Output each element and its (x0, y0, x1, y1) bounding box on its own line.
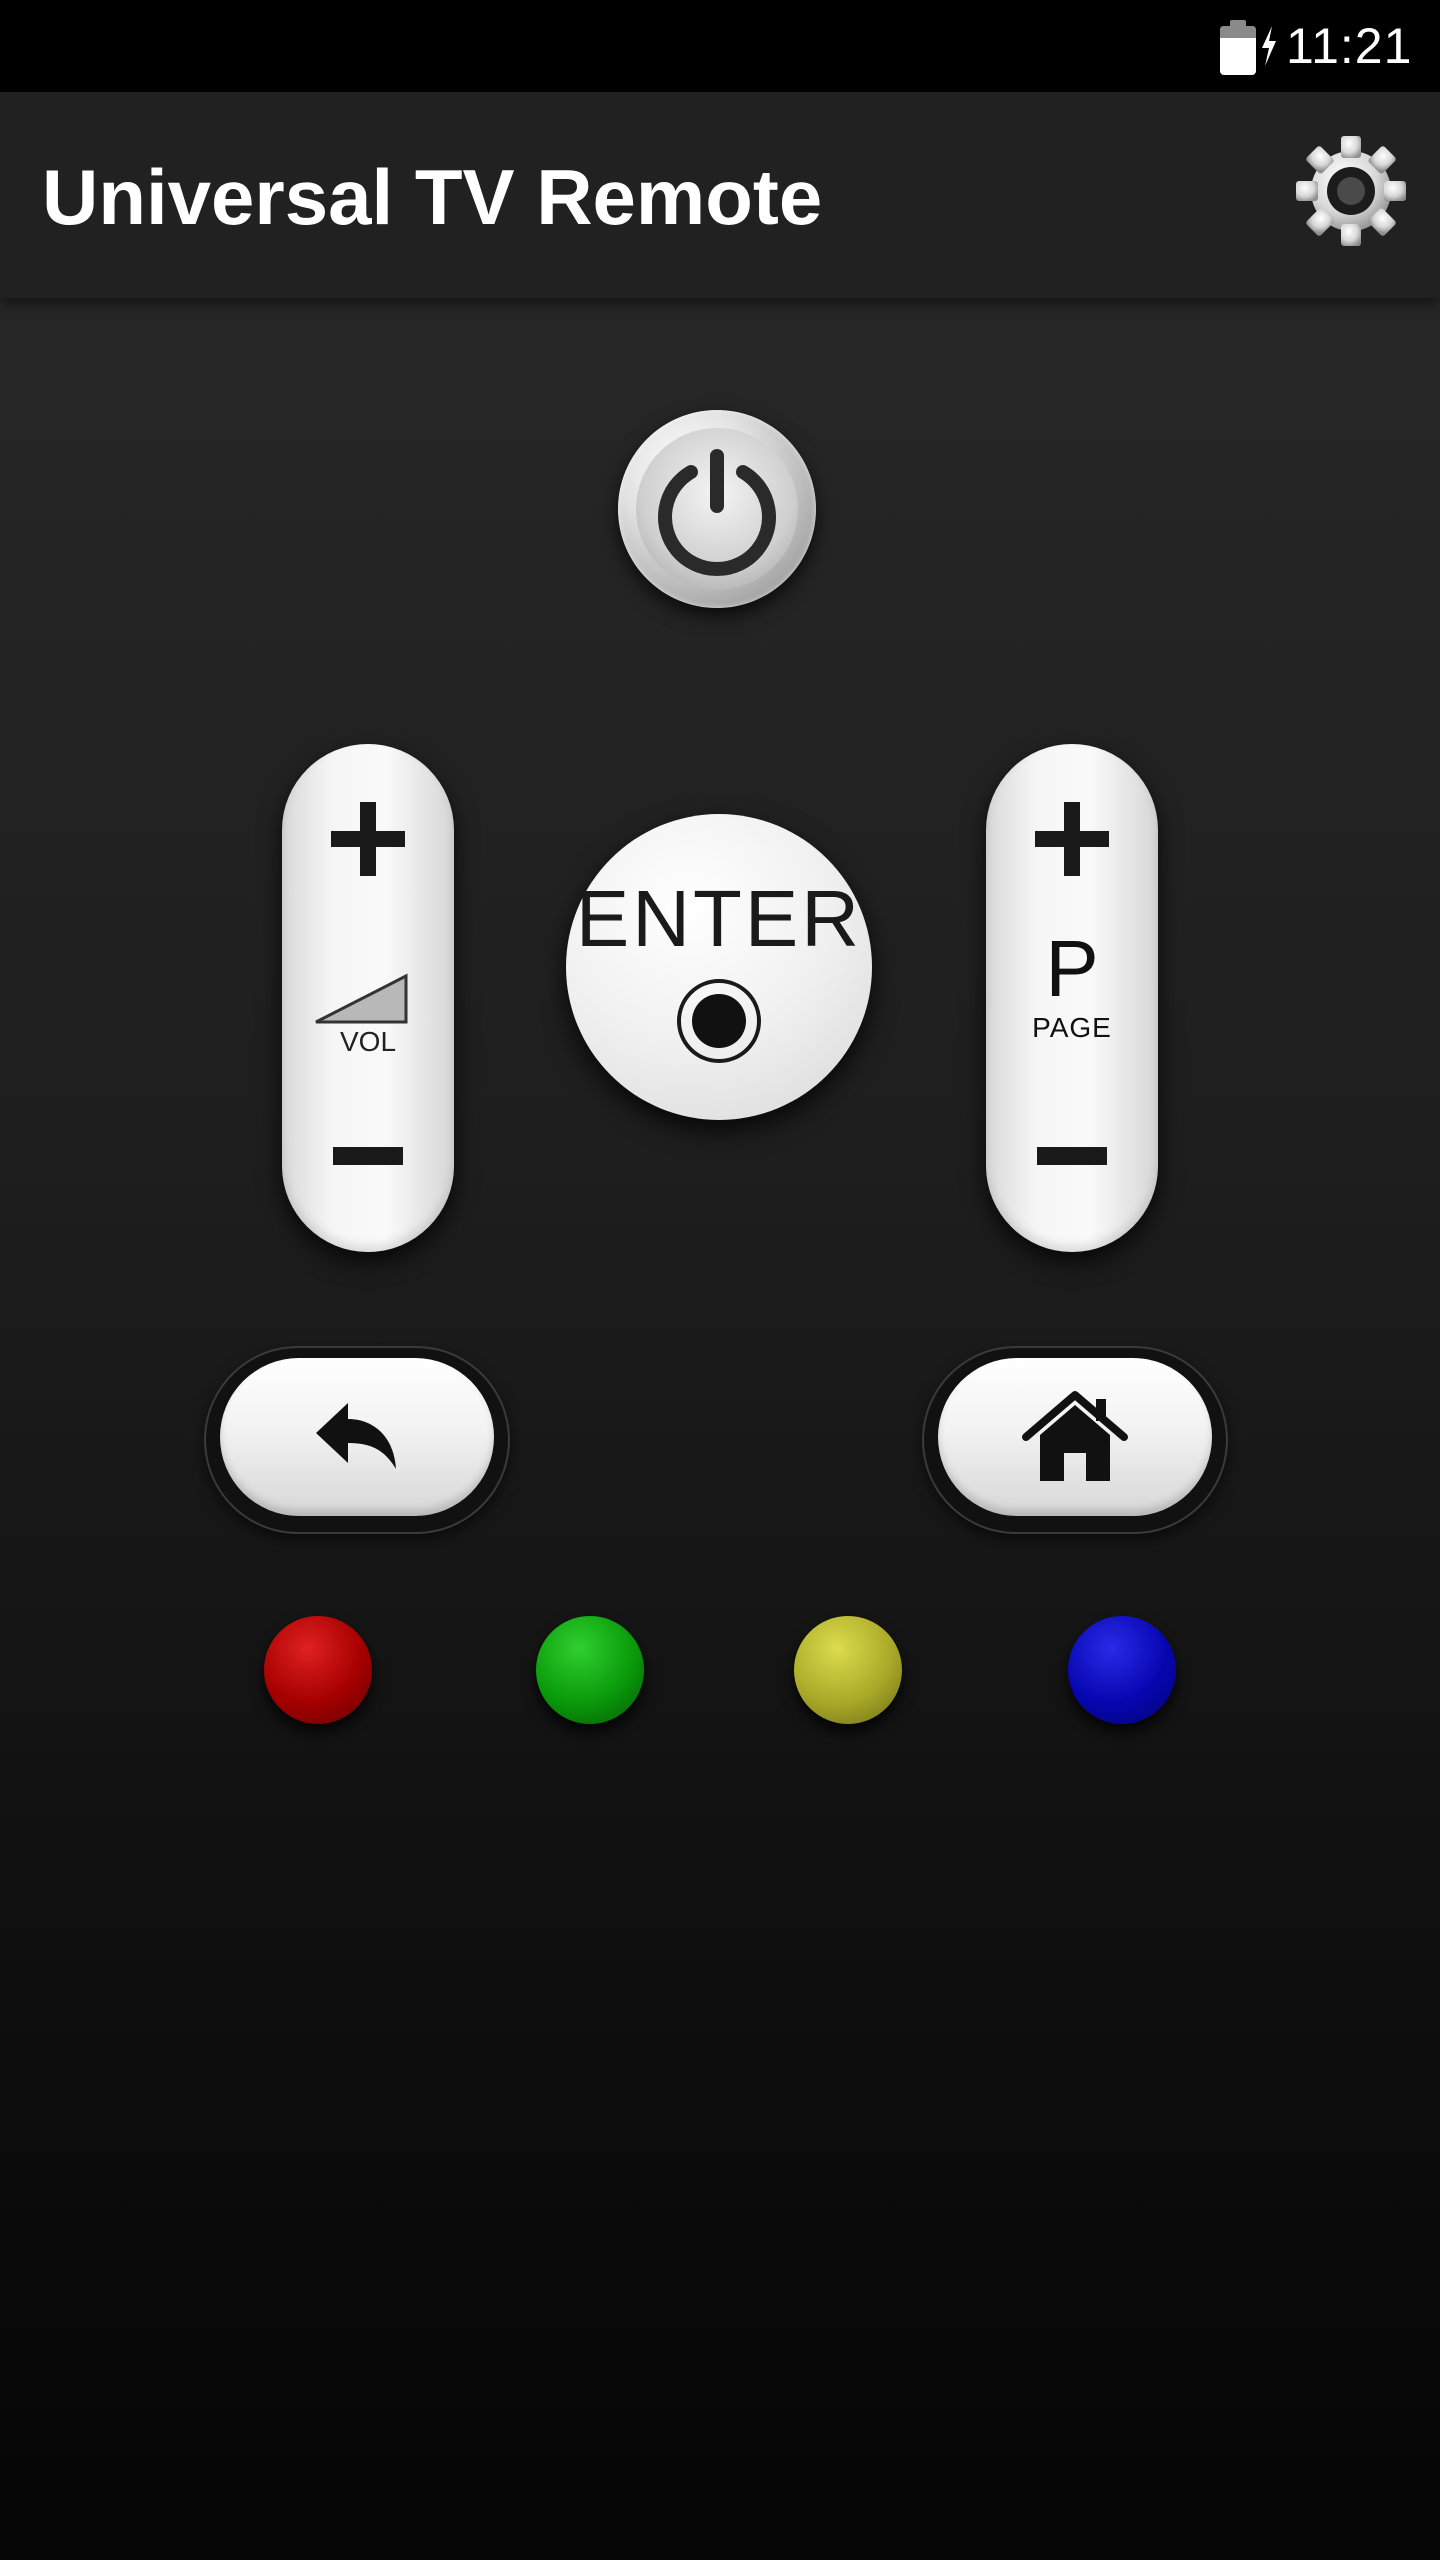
enter-label: ENTER (575, 874, 863, 963)
yellow-color-button[interactable] (794, 1616, 902, 1724)
volume-up-button[interactable] (282, 764, 454, 914)
record-dot-icon (677, 979, 761, 1063)
power-button[interactable] (618, 410, 816, 608)
red-color-button[interactable] (264, 1616, 372, 1724)
enter-button[interactable]: ENTER (566, 814, 872, 1120)
home-icon (1022, 1391, 1128, 1481)
volume-label: VOL (339, 1026, 397, 1057)
plus-icon (1035, 802, 1109, 876)
minus-icon (1037, 1147, 1107, 1165)
green-color-button[interactable] (536, 1616, 644, 1724)
home-button[interactable] (924, 1348, 1226, 1532)
blue-color-button[interactable] (1068, 1616, 1176, 1724)
status-time: 11:21 (1286, 18, 1413, 74)
volume-control: VOL (282, 744, 454, 1252)
minus-icon (333, 1147, 403, 1165)
power-icon (658, 449, 776, 577)
page-letter: P (1045, 924, 1099, 1013)
back-button[interactable] (206, 1348, 508, 1532)
back-arrow-icon (316, 1403, 396, 1469)
settings-gear-icon[interactable] (1294, 134, 1408, 248)
page-label: PAGE (1032, 1012, 1112, 1043)
volume-down-button[interactable] (282, 1082, 454, 1232)
page-down-button[interactable] (986, 1082, 1158, 1232)
app-bar: Universal TV Remote (0, 92, 1440, 298)
charging-bolt-icon (1262, 26, 1276, 66)
plus-icon (331, 802, 405, 876)
page-up-button[interactable] (986, 764, 1158, 914)
page-control: P PAGE (986, 744, 1158, 1252)
status-bar: 11:21 (0, 0, 1440, 92)
battery-icon (1220, 20, 1256, 75)
app-title: Universal TV Remote (42, 153, 823, 241)
